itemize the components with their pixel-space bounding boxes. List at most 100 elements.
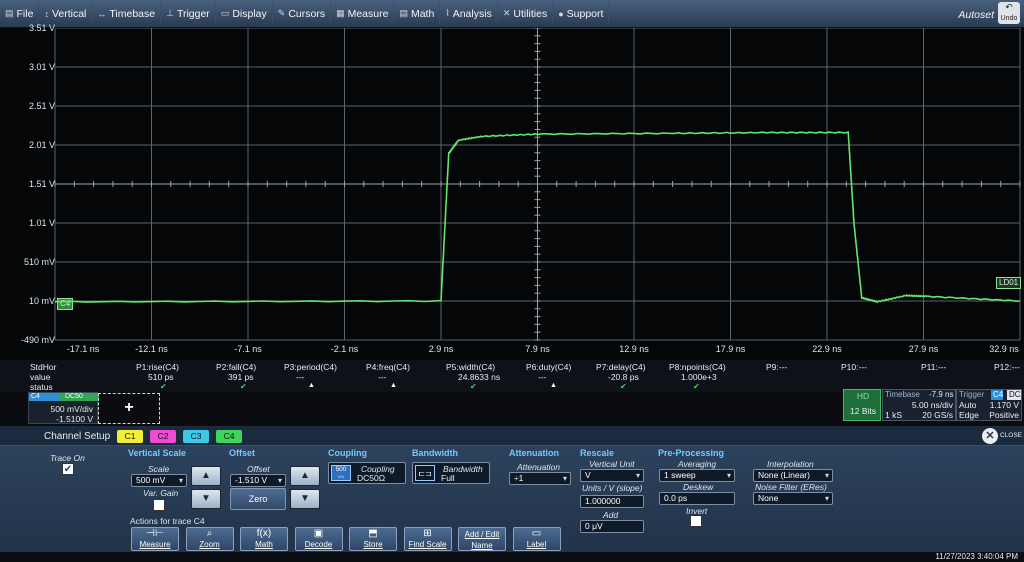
bandwidth-selector[interactable]: ⊏⊐ Bandwidth Full (412, 462, 490, 484)
math-button[interactable]: f(x) Math (240, 527, 288, 551)
zero-button[interactable]: Zero (230, 488, 286, 510)
scale-down-button[interactable]: ▼ (191, 489, 221, 509)
param-value: --- (378, 372, 387, 382)
param-name[interactable]: P4:freq(C4) (366, 362, 410, 372)
menu-display[interactable]: ▭ Display (216, 2, 273, 25)
param-name[interactable]: P11:--- (921, 362, 946, 372)
close-label[interactable]: CLOSE (1000, 432, 1022, 439)
menu-label: Vertical (51, 7, 87, 20)
param-name[interactable]: P10:--- (841, 362, 867, 372)
close-icon[interactable]: ✕ (982, 428, 998, 444)
actions-label: Actions for trace C4 (130, 516, 205, 526)
param-name[interactable]: P3:period(C4) (284, 362, 337, 372)
trigger-descriptor[interactable]: Trigger C4 DC Auto 1.170 V Edge Positive (956, 389, 1022, 421)
menu-measure[interactable]: ▦ Measure (331, 2, 395, 25)
measure-button[interactable]: ⊣⊢ Measure (131, 527, 179, 551)
timebase-descriptor[interactable]: Timebase -7.9 ns 5.00 ns/div 1 kS 20 GS/… (882, 389, 956, 421)
channel-offset: -1.5100 V (56, 414, 93, 424)
channel-marker[interactable]: C4 (57, 298, 74, 310)
x-tick-label: 22.9 ns (812, 344, 842, 354)
param-value: 391 ps (228, 372, 254, 382)
action-label: Measure (139, 540, 171, 549)
slope-field[interactable]: 1.000000 (580, 495, 644, 508)
zoom-icon: ⌕ (206, 528, 213, 539)
menu-trigger[interactable]: ⊥ Trigger (161, 2, 216, 25)
coupling-value: DC50Ω (357, 473, 386, 483)
noise-filter-field[interactable]: None (753, 492, 833, 505)
menu-cursors[interactable]: ✎ Cursors (273, 2, 332, 25)
add-field[interactable]: 0 μV (580, 520, 644, 533)
menu-timebase[interactable]: ↔ Timebase (92, 2, 162, 25)
tab-c3[interactable]: C3 (183, 430, 209, 443)
y-tick-label: 2.01 V (28, 140, 55, 150)
autoset-button[interactable]: Autoset (958, 9, 994, 21)
tab-c2[interactable]: C2 (150, 430, 176, 443)
invert-checkbox[interactable] (690, 515, 702, 527)
menu-label: Support (566, 7, 604, 20)
x-tick-label: -2.1 ns (330, 344, 359, 354)
measurement-table[interactable]: StdHor P1:rise(C4) P2:fall(C4) P3:period(C4… (0, 360, 1024, 392)
undo-button[interactable]: ↶ Undo (998, 2, 1020, 24)
coupling-selector[interactable]: 500 〰 Coupling DC50Ω (328, 462, 406, 484)
add-edit-name-button[interactable]: Add / Edit Name (458, 527, 506, 551)
deskew-field[interactable]: 0.0 ps (659, 492, 735, 505)
param-name[interactable]: P6:duty(C4) (526, 362, 571, 372)
bandwidth-icon: ⊏⊐ (415, 465, 435, 481)
decode-button[interactable]: ▣ Decode (294, 527, 343, 551)
find-scale-button[interactable]: ⊞ Find Scale (403, 527, 452, 551)
menu-label: File (16, 7, 34, 20)
menu-utilities[interactable]: ✕ Utilities (498, 2, 554, 25)
menu-support[interactable]: ● Support (553, 2, 610, 25)
tab-c4[interactable]: C4 (216, 430, 242, 443)
channel-descriptor[interactable]: C4 DC50 500 mV/div -1.5100 V (28, 392, 99, 424)
param-name[interactable]: P1:rise(C4) (136, 362, 179, 372)
trigger-slope: Positive (989, 410, 1019, 420)
hd-badge[interactable]: HD 12 Bits (843, 389, 881, 421)
scale-up-button[interactable]: ▲ (191, 466, 221, 486)
menu-analysis[interactable]: ⌇ Analysis (440, 2, 498, 25)
coupling-tag: DC50 (59, 393, 99, 401)
x-tick-label: 32.9 ns (989, 344, 1019, 354)
bandwidth-value: Full (441, 473, 455, 483)
vertical-icon: ↕ (44, 8, 49, 19)
scale-field[interactable]: 500 mV (131, 474, 187, 487)
trigger-channel: C4 (991, 390, 1004, 400)
timebase-points: 1 kS (885, 410, 903, 420)
averaging-field[interactable]: 1 sweep (659, 469, 735, 482)
param-name[interactable]: P12:--- (994, 362, 1020, 372)
param-name[interactable]: P2:fall(C4) (216, 362, 256, 372)
param-name[interactable]: P7:delay(C4) (596, 362, 646, 372)
menu-math[interactable]: ▤ Math (394, 2, 441, 25)
add-label: Add (603, 510, 619, 520)
preprocessing-title: Pre-Processing (658, 448, 725, 458)
param-name[interactable]: P8:npoints(C4) (669, 362, 726, 372)
attenuation-field[interactable]: ÷1 (509, 472, 571, 485)
menu-vertical[interactable]: ↕ Vertical (39, 2, 93, 25)
param-name[interactable]: P5:width(C4) (446, 362, 495, 372)
coupling-title: Coupling (328, 448, 367, 458)
timebase-icon: ↔ (97, 8, 107, 19)
status-ok-icon: ✔ (693, 382, 700, 391)
vertical-unit-field[interactable]: V (580, 469, 644, 482)
tab-c1[interactable]: C1 (117, 430, 143, 443)
zoom-button[interactable]: ⌕ Zoom (185, 527, 234, 551)
attenuation-title: Attenuation (509, 448, 559, 458)
waveform-display[interactable] (0, 28, 1024, 360)
trace-on-label: Trace On (50, 453, 85, 463)
channel-scale: 500 mV/div (50, 404, 93, 414)
offset-field[interactable]: -1.510 V (230, 474, 286, 487)
offset-up-button[interactable]: ▲ (290, 466, 320, 486)
menu-file[interactable]: ▤ File (0, 2, 40, 25)
channel-setup-panel: Channel Setup C1 C2 C3 C4 ✕ CLOSE Trace On … (0, 426, 1024, 552)
var-gain-checkbox[interactable] (153, 499, 165, 511)
label-button[interactable]: ▭ Label (512, 527, 561, 551)
store-button[interactable]: ⬒ Store (349, 527, 397, 551)
interpolation-field[interactable]: None (Linear) (753, 469, 833, 482)
arrow-down-icon: ▼ (201, 493, 211, 504)
action-label: Store (363, 540, 383, 549)
level-marker[interactable]: LD01 (996, 277, 1022, 289)
add-channel-button[interactable]: + (98, 393, 160, 424)
param-name[interactable]: P9:--- (766, 362, 787, 372)
trace-on-checkbox[interactable]: ✔ (62, 463, 74, 475)
offset-down-button[interactable]: ▼ (290, 489, 320, 509)
